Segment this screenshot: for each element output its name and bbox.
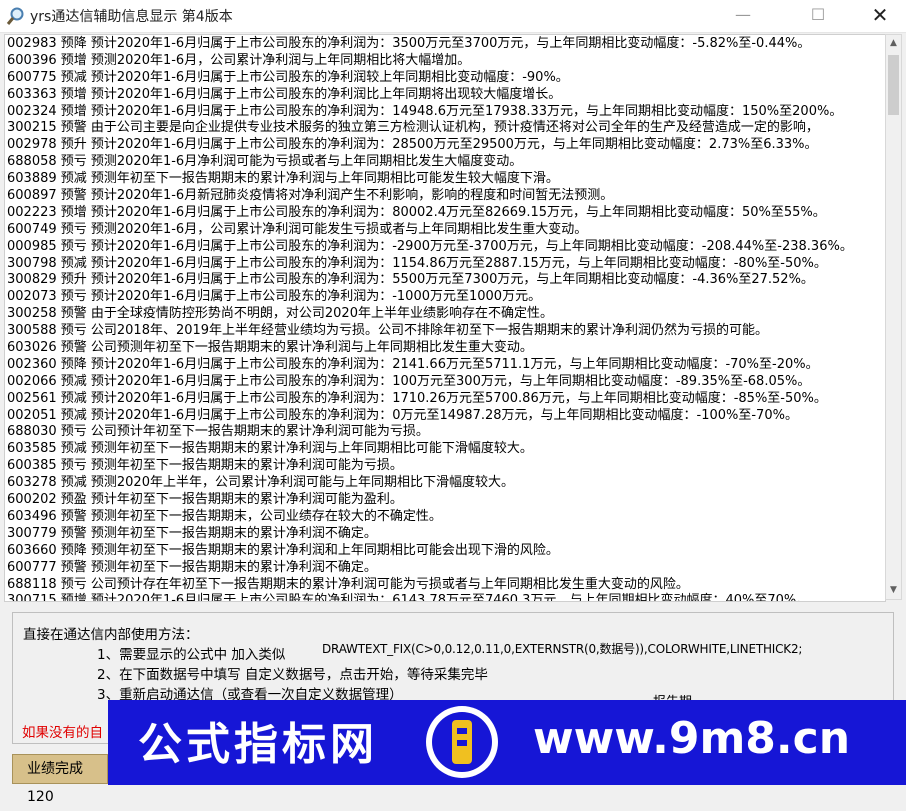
list-item[interactable]: 000985 预亏 预计2020年1-6月归属于上市公司股东的净利润为：-290… xyxy=(5,238,885,255)
list-item[interactable]: 600385 预亏 预测年初至下一报告期期末的累计净利润可能为亏损。 xyxy=(5,457,885,474)
list-item[interactable]: 002051 预减 预计2020年1-6月归属于上市公司股东的净利润为：0万元至… xyxy=(5,407,885,424)
list-item[interactable]: 600775 预减 预计2020年1-6月归属于上市公司股东的净利润较上年同期相… xyxy=(5,69,885,86)
list-item[interactable]: 300588 预亏 公司2018年、2019年上半年经营业绩均为亏损。公司不排除… xyxy=(5,322,885,339)
window-title: yrs通达信辅助信息显示 第4版本 xyxy=(30,9,233,25)
list-item[interactable]: 300829 预升 预计2020年1-6月归属于上市公司股东的净利润为：5500… xyxy=(5,271,885,288)
list-item[interactable]: 600396 预增 预测2020年1-6月，公司累计净利润与上年同期相比将大幅增… xyxy=(5,52,885,69)
list-item[interactable]: 300715 预增 预计2020年1-6月归属于上市公司股东的净利润为：6143… xyxy=(5,592,885,601)
list-item[interactable]: 688118 预亏 公司预计存在年初至下一报告期期末的累计净利润可能为亏损或者与… xyxy=(5,576,885,593)
performance-complete-button[interactable]: 业绩完成120 xyxy=(12,754,108,805)
list-item[interactable]: 603585 预减 预测年初至下一报告期期末的累计净利润与上年同期相比可能下滑幅… xyxy=(5,440,885,457)
close-button[interactable]: ✕ xyxy=(857,0,903,32)
list-item[interactable]: 002073 预亏 预计2020年1-6月归属于上市公司股东的净利润为：-100… xyxy=(5,288,885,305)
list-item[interactable]: 002223 预增 预计2020年1-6月归属于上市公司股东的净利润为：8000… xyxy=(5,204,885,221)
list-item[interactable]: 688030 预亏 公司预计年初至下一报告期期末的累计净利润可能为亏损。 xyxy=(5,423,885,440)
watermark-logo-icon xyxy=(426,706,498,778)
list-item[interactable]: 002066 预减 预计2020年1-6月归属于上市公司股东的净利润为：100万… xyxy=(5,373,885,390)
list-item[interactable]: 603026 预警 公司预测年初至下一报告期期末的累计净利润与上年同期相比发生重… xyxy=(5,339,885,356)
scroll-thumb[interactable] xyxy=(888,55,899,115)
list-item[interactable]: 002324 预增 预计2020年1-6月归属于上市公司股东的净利润为：1494… xyxy=(5,103,885,120)
watermark-banner: 公式指标网 www.9m8.cn xyxy=(108,700,906,785)
scroll-down-arrow-icon[interactable]: ▼ xyxy=(886,582,901,599)
forecast-list[interactable]: 002983 预降 预计2020年1-6月归属于上市公司股东的净利润为：3500… xyxy=(4,34,886,602)
minimize-button[interactable]: — xyxy=(720,0,766,32)
formula-text[interactable]: DRAWTEXT_FIX(C>0,0.12,0.11,0,EXTERNSTR(0… xyxy=(322,640,802,657)
list-item[interactable]: 300798 预减 预计2020年1-6月归属于上市公司股东的净利润为：1154… xyxy=(5,255,885,272)
list-item[interactable]: 603278 预减 预测2020年上半年，公司累计净利润可能与上年同期相比下滑幅… xyxy=(5,474,885,491)
watermark-left-text: 公式指标网 xyxy=(138,719,378,770)
list-item[interactable]: 603660 预降 预测年初至下一报告期期末的累计净利润和上年同期相比可能会出现… xyxy=(5,542,885,559)
list-item[interactable]: 002561 预减 预计2020年1-6月归属于上市公司股东的净利润为：1710… xyxy=(5,390,885,407)
instruction-step-1: 1、需要显示的公式中 加入类似 xyxy=(97,647,286,663)
list-item[interactable]: 603889 预减 预测年初至下一报告期期末的累计净利润与上年同期相比可能发生较… xyxy=(5,170,885,187)
list-item[interactable]: 300779 预警 预测年初至下一报告期期末的累计净利润不确定。 xyxy=(5,525,885,542)
list-item[interactable]: 300215 预警 由于公司主要是向企业提供专业技术服务的独立第三方检测认证机构… xyxy=(5,119,885,136)
list-item[interactable]: 002360 预降 预计2020年1-6月归属于上市公司股东的净利润为：2141… xyxy=(5,356,885,373)
warning-text: 如果没有的自 xyxy=(22,725,103,741)
vertical-scrollbar[interactable]: ▲ ▼ xyxy=(885,34,902,600)
watermark-right-text: www.9m8.cn xyxy=(533,713,851,764)
list-item[interactable]: 002978 预升 预计2020年1-6月归属于上市公司股东的净利润为：2850… xyxy=(5,136,885,153)
list-item[interactable]: 603363 预增 预计2020年1-6月归属于上市公司股东的净利润比上年同期将… xyxy=(5,86,885,103)
list-item[interactable]: 600202 预盈 预计年初至下一报告期期末的累计净利润可能为盈利。 xyxy=(5,491,885,508)
instructions-title: 直接在通达信内部使用方法： xyxy=(23,627,199,643)
title-bar: yrs通达信辅助信息显示 第4版本 — ☐ ✕ xyxy=(0,0,906,33)
instruction-step-2: 2、在下面数据号中填写 自定义数据号，点击开始，等待采集完毕 xyxy=(97,667,488,683)
list-item[interactable]: 603496 预警 预测年初至下一报告期期末，公司业绩存在较大的不确定性。 xyxy=(5,508,885,525)
list-item[interactable]: 002983 预降 预计2020年1-6月归属于上市公司股东的净利润为：3500… xyxy=(5,35,885,52)
maximize-button[interactable]: ☐ xyxy=(795,0,841,32)
list-item[interactable]: 300258 预警 由于全球疫情防控形势尚不明朗，对公司2020年上半年业绩影响… xyxy=(5,305,885,322)
list-item[interactable]: 600749 预亏 预测2020年1-6月，公司累计净利润可能发生亏损或者与上年… xyxy=(5,221,885,238)
scroll-up-arrow-icon[interactable]: ▲ xyxy=(886,35,901,52)
list-item[interactable]: 600897 预警 预计2020年1-6月新冠肺炎疫情将对净利润产生不利影响，影… xyxy=(5,187,885,204)
magnifier-app-icon xyxy=(6,7,24,25)
list-item[interactable]: 600777 预警 预测年初至下一报告期期末的累计净利润不确定。 xyxy=(5,559,885,576)
list-item[interactable]: 688058 预亏 预测2020年1-6月净利润可能为亏损或者与上年同期相比发生… xyxy=(5,153,885,170)
